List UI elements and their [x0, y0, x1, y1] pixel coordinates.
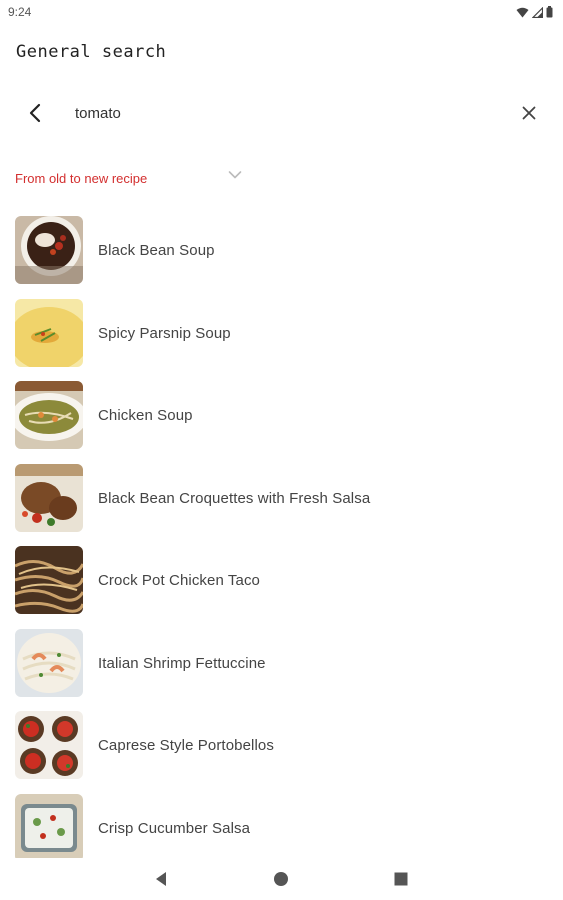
search-bar [0, 90, 563, 136]
recipe-title: Crock Pot Chicken Taco [98, 572, 260, 589]
status-bar: 9:24 [0, 0, 563, 24]
nav-recents-button[interactable] [390, 868, 412, 890]
portobellos-photo [15, 711, 83, 779]
wifi-icon [516, 7, 529, 17]
chicken-taco-photo [15, 546, 83, 614]
recipe-item-spicy-parsnip-soup[interactable]: Spicy Parsnip Soup [0, 298, 563, 382]
back-button[interactable] [18, 96, 52, 130]
cell-signal-icon [532, 6, 543, 18]
back-triangle-icon [156, 872, 166, 886]
recipe-title: Italian Shrimp Fettuccine [98, 654, 266, 672]
recipe-title: Chicken Soup [98, 407, 193, 424]
sort-order-dropdown[interactable]: From old to new recipe [15, 164, 250, 192]
page-title: General search [16, 42, 167, 62]
recipe-title: Crisp Cucumber Salsa [98, 819, 251, 837]
recipe-item-black-bean-croquettes[interactable]: Black Bean Croquettes with Fresh Salsa [0, 463, 563, 547]
recipe-item-caprese-style-portobellos[interactable]: Caprese Style Portobellos [0, 711, 563, 794]
recipe-title: Black Bean Soup [98, 242, 215, 259]
parsnip-soup-photo [15, 298, 83, 367]
home-circle-icon [274, 872, 288, 886]
recents-square-icon [394, 872, 408, 886]
recipe-item-black-bean-soup[interactable]: Black Bean Soup [0, 216, 563, 299]
battery-icon [546, 6, 553, 18]
cucumber-salsa-photo [15, 793, 83, 862]
screen: 9:24 General search tomato From old to n… [0, 0, 563, 900]
chevron-down-icon [228, 171, 242, 179]
sort-order-label: From old to new recipe [15, 170, 148, 186]
recipe-item-italian-shrimp-fettuccine[interactable]: Italian Shrimp Fettuccine [0, 628, 563, 712]
chevron-left-icon [29, 103, 41, 123]
close-icon [522, 106, 536, 120]
system-nav-bar [0, 858, 563, 900]
recipe-item-crock-pot-chicken-taco[interactable]: Crock Pot Chicken Taco [0, 546, 563, 629]
status-icons [516, 6, 553, 18]
black-bean-soup-photo [15, 216, 83, 284]
recipe-title: Spicy Parsnip Soup [98, 324, 231, 342]
recipe-list: Black Bean Soup Spicy Parsnip Soup Chick… [0, 216, 563, 876]
nav-home-button[interactable] [270, 868, 292, 890]
shrimp-fettuccine-photo [15, 628, 83, 697]
nav-back-button[interactable] [150, 868, 172, 890]
recipe-title: Black Bean Croquettes with Fresh Salsa [98, 489, 371, 507]
recipe-title: Caprese Style Portobellos [98, 737, 274, 754]
croquettes-photo [15, 463, 83, 532]
clear-search-button[interactable] [512, 96, 546, 130]
recipe-item-chicken-soup[interactable]: Chicken Soup [0, 381, 563, 464]
chicken-soup-photo [15, 381, 83, 449]
status-time: 9:24 [8, 5, 32, 19]
search-input[interactable] [75, 100, 475, 126]
